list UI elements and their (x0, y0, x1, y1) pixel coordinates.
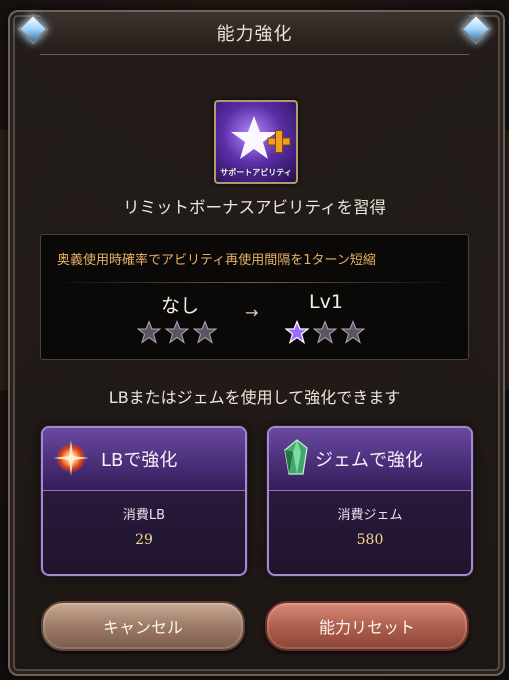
cancel-button[interactable]: キャンセル (41, 601, 245, 651)
lb-cost-label: 消費LB (122, 508, 166, 523)
stars-before (137, 320, 217, 344)
effect-description: 奥義使用時確率でアビリティ再使用間隔を1ターン短縮 (57, 253, 376, 268)
star-empty-icon (341, 320, 365, 344)
level-after: Lv1 (309, 291, 343, 313)
stars-after (285, 320, 365, 344)
ability-icon-caption: サポートアビリティ (220, 168, 292, 177)
card-header: ジェムで強化 (269, 428, 471, 491)
divider (51, 282, 458, 283)
star-empty-icon (137, 320, 161, 344)
lb-upgrade-button[interactable]: LBで強化 消費LB 29 (41, 426, 247, 576)
star-empty-icon (313, 320, 337, 344)
star-filled-icon (285, 320, 309, 344)
gem-crystal-icon (284, 439, 308, 475)
dialog-title: 能力強化 (216, 24, 293, 45)
level-before: なし (161, 295, 200, 317)
star-empty-icon (193, 320, 217, 344)
gem-cost-label: 消費ジェム (337, 508, 403, 523)
card-header: LBで強化 (43, 428, 245, 491)
ability-heading: リミットボーナスアビリティを習得 (122, 198, 386, 217)
sparkle-orb-icon (53, 440, 89, 476)
reset-ability-button[interactable]: 能力リセット (265, 601, 469, 651)
lb-cost-value: 29 (135, 532, 153, 548)
star-plus-icon: サポートアビリティ (214, 100, 298, 184)
arrow-right-icon: → (245, 303, 259, 322)
gem-cost-value: 580 (356, 532, 384, 548)
gem-option-title: ジェムで強化 (315, 450, 423, 471)
lb-option-title: LBで強化 (101, 450, 178, 471)
effect-panel: 奥義使用時確率でアビリティ再使用間隔を1ターン短縮 なし → Lv1 (40, 234, 469, 360)
gem-upgrade-button[interactable]: ジェムで強化 消費ジェム 580 (267, 426, 473, 576)
star-empty-icon (165, 320, 189, 344)
upgrade-note: LBまたはジェムを使用して強化できます (108, 388, 401, 407)
